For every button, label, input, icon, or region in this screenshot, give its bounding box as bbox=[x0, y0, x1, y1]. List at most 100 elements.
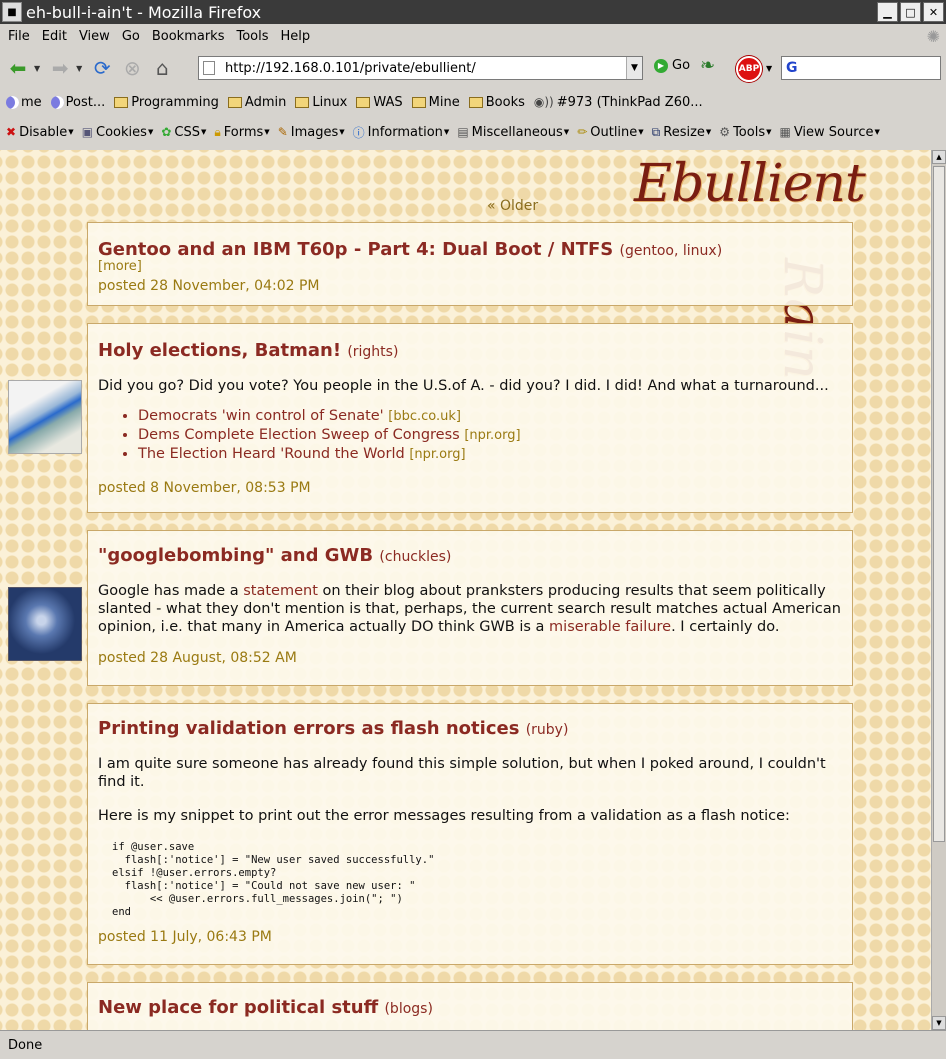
bookmark-folder-programming[interactable]: Programming bbox=[114, 95, 219, 110]
post-title-link[interactable]: New place for political stuff bbox=[98, 997, 378, 1018]
dev-images-menu[interactable]: ✎ Images ▼ bbox=[278, 125, 345, 140]
menu-help[interactable]: Help bbox=[281, 29, 311, 44]
link-list: Democrats 'win control of Senate' [bbc.c… bbox=[138, 407, 842, 464]
scroll-up-arrow-icon[interactable]: ▲ bbox=[932, 150, 946, 164]
menu-go[interactable]: Go bbox=[122, 29, 140, 44]
menu-view[interactable]: View bbox=[79, 29, 110, 44]
forward-arrow-icon[interactable]: ➡ bbox=[46, 54, 74, 82]
blog-post: "googlebombing" and GWB (chuckles) Googl… bbox=[87, 530, 853, 686]
news-link[interactable]: The Election Heard 'Round the World bbox=[138, 446, 405, 462]
home-icon[interactable]: ⌂ bbox=[148, 54, 176, 82]
older-posts-link[interactable]: « Older bbox=[487, 198, 538, 214]
dev-resize-menu[interactable]: ⧉ Resize ▼ bbox=[652, 125, 712, 140]
maximize-button[interactable]: □ bbox=[900, 2, 921, 22]
close-button[interactable]: ✕ bbox=[923, 2, 944, 22]
post-date: posted 8 November, 08:53 PM bbox=[98, 480, 311, 496]
menu-bookmarks[interactable]: Bookmarks bbox=[152, 29, 225, 44]
resize-icon: ⧉ bbox=[651, 124, 661, 139]
menu-tools[interactable]: Tools bbox=[236, 29, 268, 44]
dev-outline-menu[interactable]: ✏ Outline ▼ bbox=[577, 125, 643, 140]
list-item: Democrats 'win control of Senate' [bbc.c… bbox=[138, 407, 842, 426]
reload-icon[interactable]: ⟳ bbox=[88, 54, 116, 82]
scrollbar-thumb[interactable] bbox=[933, 166, 945, 842]
moon-icon bbox=[6, 95, 19, 109]
post-body: I am quite sure someone has already foun… bbox=[98, 756, 826, 790]
post-date: posted 28 November, 04:02 PM bbox=[98, 278, 320, 294]
folder-icon bbox=[411, 96, 426, 108]
source-icon: ▦ bbox=[779, 125, 791, 139]
more-link[interactable]: [more] bbox=[98, 260, 842, 273]
bookmark-folder-books[interactable]: Books bbox=[468, 95, 525, 110]
post-title-link[interactable]: Holy elections, Batman! bbox=[98, 340, 341, 361]
misc-icon: ▤ bbox=[457, 125, 469, 139]
link-source: [npr.org] bbox=[409, 447, 466, 462]
url-field[interactable]: http://192.168.0.101/private/ebullient/ … bbox=[198, 56, 643, 80]
post-thumbnail-image bbox=[8, 587, 82, 661]
post-title-link[interactable]: Printing validation errors as flash noti… bbox=[98, 718, 519, 739]
back-dropdown-icon[interactable]: ▼ bbox=[34, 64, 40, 73]
bookmark-post[interactable]: Post... bbox=[50, 95, 105, 110]
search-field[interactable]: G bbox=[781, 56, 941, 80]
bookmark-folder-mine[interactable]: Mine bbox=[411, 95, 460, 110]
menu-file[interactable]: File bbox=[8, 29, 30, 44]
site-logo[interactable]: Ebullient bbox=[634, 154, 866, 214]
news-link[interactable]: Democrats 'win control of Senate' bbox=[138, 408, 384, 424]
dev-forms-menu[interactable]: 🔒︎ Forms ▼ bbox=[214, 125, 269, 140]
vertical-scrollbar[interactable]: ▲ ▼ bbox=[931, 150, 946, 1030]
post-title: Printing validation errors as flash noti… bbox=[98, 718, 842, 739]
post-tags[interactable]: (ruby) bbox=[526, 722, 569, 738]
miserable-failure-link[interactable]: miserable failure bbox=[549, 619, 671, 635]
go-button[interactable]: ▶ Go bbox=[654, 58, 690, 73]
lock-icon: 🔒︎ bbox=[214, 124, 221, 139]
dev-css-menu[interactable]: ✿ CSS ▼ bbox=[161, 125, 206, 140]
back-arrow-icon[interactable]: ⬅ bbox=[4, 54, 32, 82]
window-titlebar: ■ eh-bull-i-ain't - Mozilla Firefox ▁ □ … bbox=[0, 0, 946, 24]
disable-icon: ✖ bbox=[6, 125, 17, 139]
statement-link[interactable]: statement bbox=[243, 583, 318, 599]
bookmark-folder-admin[interactable]: Admin bbox=[227, 95, 286, 110]
dev-tools-menu[interactable]: ⚙ Tools ▼ bbox=[719, 125, 771, 140]
post-tags[interactable]: (rights) bbox=[347, 344, 398, 360]
url-dropdown-icon[interactable]: ▼ bbox=[626, 57, 642, 79]
news-link[interactable]: Dems Complete Election Sweep of Congress bbox=[138, 427, 460, 443]
adblock-dropdown-icon[interactable]: ▼ bbox=[766, 64, 772, 73]
scroll-down-arrow-icon[interactable]: ▼ bbox=[932, 1016, 946, 1030]
dev-misc-menu[interactable]: ▤ Miscellaneous ▼ bbox=[457, 125, 569, 140]
post-tags[interactable]: (gentoo, linux) bbox=[620, 243, 723, 259]
dev-viewsource-menu[interactable]: ▦ View Source ▼ bbox=[779, 125, 879, 140]
post-title-link[interactable]: "googlebombing" and GWB bbox=[98, 545, 373, 566]
menu-edit[interactable]: Edit bbox=[42, 29, 67, 44]
post-tags[interactable]: (chuckles) bbox=[379, 549, 451, 565]
post-body: Did you go? Did you vote? You people in … bbox=[98, 378, 829, 394]
list-item: Dems Complete Election Sweep of Congress… bbox=[138, 426, 842, 445]
go-label: Go bbox=[672, 58, 691, 73]
bookmark-folder-was[interactable]: WAS bbox=[356, 95, 403, 110]
dev-disable-menu[interactable]: ✖ Disable ▼ bbox=[6, 125, 74, 140]
go-arrow-icon: ▶ bbox=[654, 58, 668, 73]
folder-icon bbox=[356, 96, 371, 108]
throbber-icon: ✺ bbox=[926, 26, 940, 46]
minimize-button[interactable]: ▁ bbox=[877, 2, 898, 22]
bookmark-livefeed[interactable]: ◉)) #973 (ThinkPad Z60... bbox=[534, 95, 703, 110]
forward-dropdown-icon[interactable]: ▼ bbox=[76, 64, 82, 73]
folder-icon bbox=[468, 96, 483, 108]
blog-post: Printing validation errors as flash noti… bbox=[87, 703, 853, 965]
post-body: Google has made a statement on their blo… bbox=[98, 583, 841, 635]
dev-information-menu[interactable]: ⓘ Information ▼ bbox=[353, 124, 450, 141]
bookmark-folder-linux[interactable]: Linux bbox=[295, 95, 347, 110]
link-source: [npr.org] bbox=[464, 428, 521, 443]
window-menu-button[interactable]: ■ bbox=[2, 2, 22, 22]
adblock-button[interactable]: ABP bbox=[736, 56, 762, 82]
moon-icon bbox=[50, 95, 64, 109]
post-title-link[interactable]: Gentoo and an IBM T60p - Part 4: Dual Bo… bbox=[98, 239, 613, 260]
leaf-icon[interactable]: ❧ bbox=[700, 57, 726, 75]
post-date: posted 11 July, 06:43 PM bbox=[98, 929, 272, 945]
post-tags[interactable]: (blogs) bbox=[384, 1001, 432, 1017]
bookmark-me[interactable]: me bbox=[6, 95, 42, 110]
stop-icon[interactable]: ⊗ bbox=[118, 54, 146, 82]
folder-icon bbox=[295, 96, 310, 108]
menu-bar: File Edit View Go Bookmarks Tools Help ✺ bbox=[0, 24, 946, 48]
link-source: [bbc.co.uk] bbox=[388, 409, 461, 424]
code-snippet: if @user.save flash[:'notice'] = "New us… bbox=[112, 841, 435, 918]
dev-cookies-menu[interactable]: ▣ Cookies ▼ bbox=[82, 125, 154, 140]
